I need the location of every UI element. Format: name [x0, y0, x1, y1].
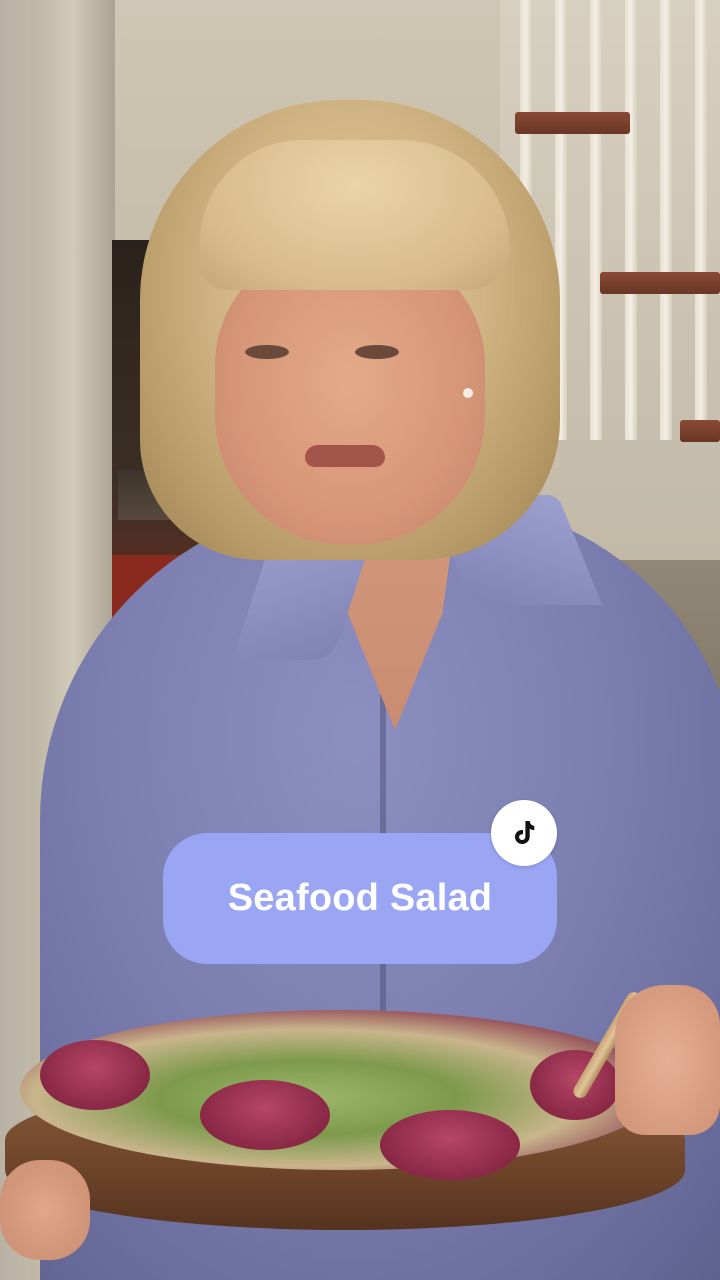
person-eye-left	[245, 345, 289, 359]
radicchio-leaf	[40, 1040, 150, 1110]
radicchio-leaf	[200, 1080, 330, 1150]
person-hand-right	[615, 985, 720, 1135]
stair-baluster	[660, 0, 672, 440]
person-face	[215, 245, 485, 545]
stair-step	[515, 112, 630, 134]
stair-step	[600, 272, 720, 294]
stair-baluster	[590, 0, 602, 440]
stair-baluster	[625, 0, 637, 440]
video-frame[interactable]: Seafood Salad	[0, 0, 720, 1280]
tiktok-badge	[491, 800, 557, 866]
person-mouth	[305, 445, 385, 467]
person-eye-right	[355, 345, 399, 359]
stair-baluster	[695, 0, 707, 440]
person-hand-left	[0, 1160, 90, 1260]
tiktok-logo-icon	[515, 821, 535, 844]
stair-step	[680, 420, 720, 442]
radicchio-leaf	[380, 1110, 520, 1180]
person-bangs	[200, 140, 510, 290]
video-title-text: Seafood Salad	[227, 877, 493, 919]
person-earring	[463, 388, 473, 398]
